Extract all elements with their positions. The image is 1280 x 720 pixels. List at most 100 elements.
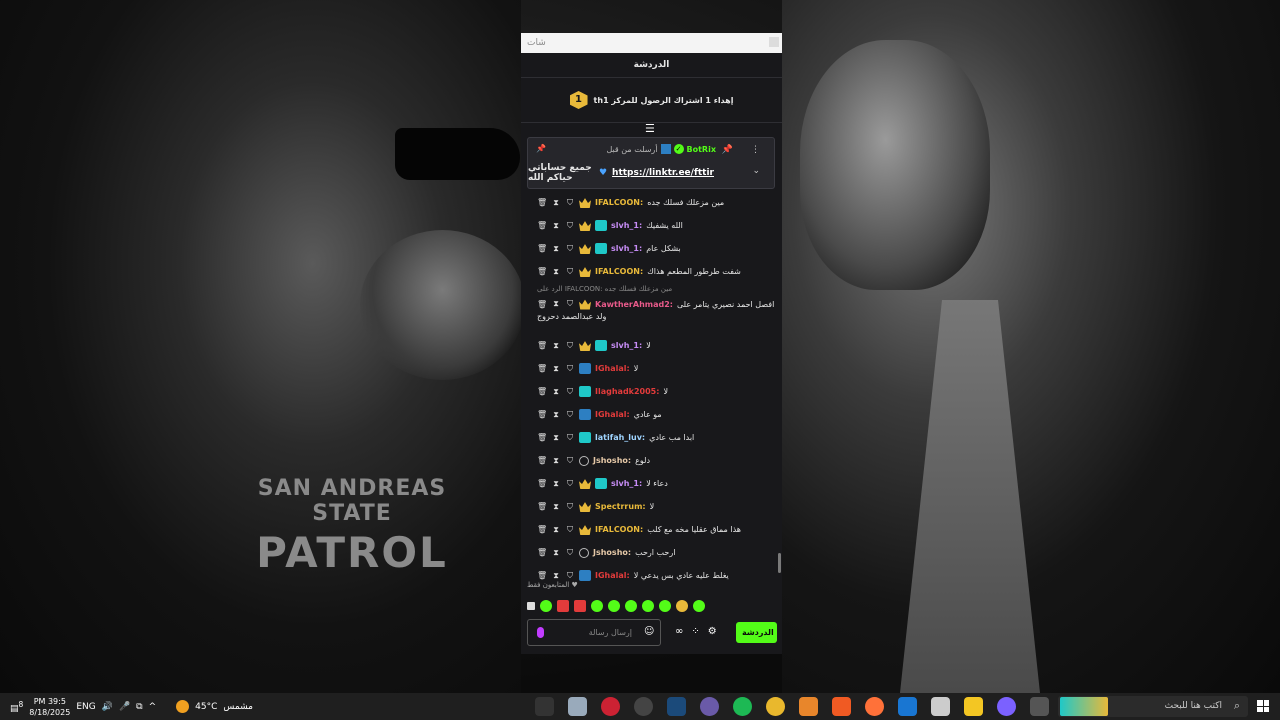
network-icon[interactable]: ⧉	[136, 702, 142, 712]
chat-username[interactable]: KawtherAhmad2:	[595, 300, 673, 309]
emote-icon[interactable]	[625, 600, 637, 612]
trash-icon[interactable]: 🗑	[537, 502, 547, 511]
chat-username[interactable]: Jshosho:	[593, 548, 631, 557]
chat-username[interactable]: IGhalal:	[595, 364, 630, 373]
mod-icon[interactable]: ⛉	[565, 571, 575, 581]
taskbar-clock[interactable]: PM 39:5 8/18/2025	[29, 696, 70, 718]
timeout-icon[interactable]: ⧗	[551, 244, 561, 254]
chevron-down-icon[interactable]: ⌄	[752, 166, 760, 176]
mod-icon[interactable]: ⛉	[565, 267, 575, 277]
chat-message-input[interactable]	[527, 619, 661, 646]
mod-icon[interactable]: ⛉	[565, 479, 575, 489]
chat-username[interactable]: Spectrrum:	[595, 502, 646, 511]
chat-message[interactable]: 🗑 ⧗ ⛉ Jshosho: ارحب ارحب	[521, 541, 782, 564]
emote-icon[interactable]	[659, 600, 671, 612]
app-icon-spotify[interactable]	[733, 697, 752, 716]
app-icon-firefox[interactable]	[865, 697, 884, 716]
emoji-icon[interactable]: ☺	[644, 626, 654, 637]
trash-icon[interactable]: 🗑	[537, 300, 547, 309]
app-icon-window[interactable]	[568, 697, 587, 716]
chat-username[interactable]: IFALCOON:	[595, 198, 643, 207]
trash-icon[interactable]: 🗑	[537, 456, 547, 465]
chat-username[interactable]: slvh_1:	[611, 479, 642, 488]
app-icon-store[interactable]	[931, 697, 950, 716]
trash-icon[interactable]: 🗑	[537, 410, 547, 419]
app-icon-taskview[interactable]	[1030, 697, 1049, 716]
trash-icon[interactable]: 🗑	[537, 548, 547, 557]
timeout-icon[interactable]: ⧗	[551, 433, 561, 443]
timeout-icon[interactable]: ⧗	[551, 198, 561, 208]
infinity-icon[interactable]: ∞	[675, 626, 683, 637]
trash-icon[interactable]: 🗑	[537, 221, 547, 230]
trash-icon[interactable]: 🗑	[537, 364, 547, 373]
app-icon-outlook[interactable]	[898, 697, 917, 716]
timeout-icon[interactable]: ⧗	[551, 387, 561, 397]
mod-icon[interactable]: ⛉	[565, 525, 575, 535]
mod-icon[interactable]: ⛉	[565, 198, 575, 208]
emote-icon[interactable]	[608, 600, 620, 612]
timeout-icon[interactable]: ⧗	[551, 456, 561, 466]
mic-tray-icon[interactable]: 🎤	[119, 702, 130, 712]
pinned-message[interactable]: 📌 أرسلت من قبل ✓ BotRix 📌 ⋮ جميع حساباتي…	[527, 137, 775, 189]
mic-icon[interactable]	[537, 627, 544, 638]
app-icon-obs[interactable]	[634, 697, 653, 716]
trash-icon[interactable]: 🗑	[537, 433, 547, 442]
send-chat-button[interactable]: الدردشة	[736, 622, 777, 643]
chat-username[interactable]: IFALCOON:	[595, 267, 643, 276]
chat-message-reply[interactable]: 🗑 ⧗ ⛉ KawtherAhmad2: افصل احمد نصيري يتامر ع…	[521, 296, 782, 334]
chat-username[interactable]: Ilaghadk2005:	[595, 387, 659, 396]
trash-icon[interactable]: 🗑	[537, 479, 547, 488]
mod-icon[interactable]: ⛉	[565, 364, 575, 374]
timeout-icon[interactable]: ⧗	[551, 502, 561, 512]
mod-icon[interactable]: ⛉	[565, 299, 575, 309]
notification-icon[interactable]: ▤8	[10, 700, 23, 714]
window-square-icon[interactable]	[769, 37, 779, 47]
timeout-icon[interactable]: ⧗	[551, 571, 561, 581]
trash-icon[interactable]: 🗑	[537, 267, 547, 276]
timeout-icon[interactable]: ⧗	[551, 525, 561, 535]
chat-username[interactable]: IFALCOON:	[595, 525, 643, 534]
taskbar-search[interactable]: اكتب هنا للبحث ⌕	[1058, 696, 1248, 717]
mod-icon[interactable]: ⛉	[565, 387, 575, 397]
mod-icon[interactable]: ⛉	[565, 502, 575, 512]
app-icon-chrome[interactable]	[766, 697, 785, 716]
chat-message[interactable]: 🗑 ⧗ ⛉ Ilaghadk2005: لا	[521, 380, 782, 403]
trash-icon[interactable]: 🗑	[537, 525, 547, 534]
trash-icon[interactable]: 🗑	[537, 341, 547, 350]
emote-icon[interactable]	[591, 600, 603, 612]
trash-icon[interactable]: 🗑	[537, 198, 547, 207]
speaker-icon[interactable]: 🔊	[102, 702, 113, 712]
chat-message[interactable]: 🗑 ⧗ ⛉ slvh_1: الله يشفيك	[521, 214, 782, 237]
timeout-icon[interactable]: ⧗	[551, 299, 561, 309]
mod-icon[interactable]: ⛉	[565, 433, 575, 443]
pinned-author[interactable]: BotRix	[687, 145, 716, 154]
mod-icon[interactable]: ⛉	[565, 341, 575, 351]
emote-icon[interactable]	[693, 600, 705, 612]
language-indicator[interactable]: ENG	[76, 702, 95, 712]
pinned-link[interactable]: https://linktr.ee/fttir	[612, 168, 714, 178]
mod-icon[interactable]: ⛉	[565, 548, 575, 558]
scroll-down-icon[interactable]: ☰	[645, 122, 655, 135]
app-icon-vlc[interactable]	[799, 697, 818, 716]
trash-icon[interactable]: 🗑	[537, 387, 547, 396]
chat-message[interactable]: 🗑 ⧗ ⛉ slvh_1: دعاء لا	[521, 472, 782, 495]
chat-search-bar[interactable]: شات	[521, 33, 782, 53]
mod-icon[interactable]: ⛉	[565, 456, 575, 466]
chat-username[interactable]: slvh_1:	[611, 244, 642, 253]
chat-username[interactable]: IGhalal:	[595, 571, 630, 580]
chat-username[interactable]: latifah_luv:	[595, 433, 645, 442]
timeout-icon[interactable]: ⧗	[551, 410, 561, 420]
sub-goal-banner[interactable]: 1 thإهداء 1 اشتراك الرصول للمركز 1	[521, 78, 782, 123]
chat-message[interactable]: 🗑 ⧗ ⛉ latifah_luv: ابدا مب عادي	[521, 426, 782, 449]
gear-icon[interactable]: ⚙	[708, 626, 717, 637]
chat-username[interactable]: IGhalal:	[595, 410, 630, 419]
app-icon-discord[interactable]	[700, 697, 719, 716]
mod-icon[interactable]: ⛉	[565, 221, 575, 231]
app-icon-paint[interactable]	[535, 697, 554, 716]
chat-username[interactable]: slvh_1:	[611, 341, 642, 350]
unpin-icon[interactable]: 📌	[722, 145, 733, 155]
timeout-icon[interactable]: ⧗	[551, 548, 561, 558]
mod-icon[interactable]: ⛉	[565, 410, 575, 420]
chat-message[interactable]: 🗑 ⧗ ⛉ slvh_1: بشكل عام	[521, 237, 782, 260]
chat-message[interactable]: 🗑 ⧗ ⛉ IFALCOON: مين مزعلك فسلك جده	[521, 191, 782, 214]
